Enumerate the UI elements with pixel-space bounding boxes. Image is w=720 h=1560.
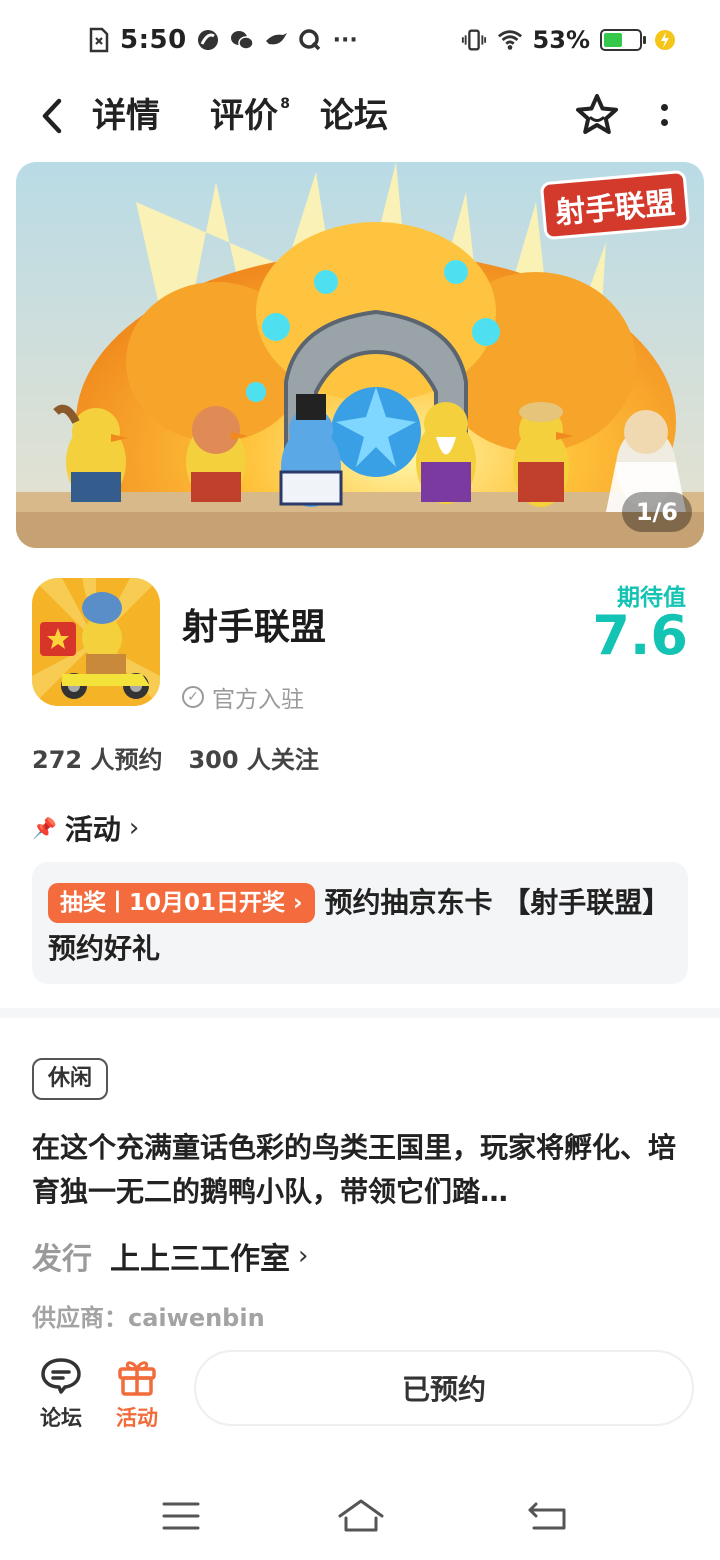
tab-reviews-label: 评价 bbox=[210, 96, 278, 136]
tab-forum[interactable]: 论坛 bbox=[320, 92, 388, 140]
official-badge: ✓ 官方入驻 bbox=[182, 680, 304, 714]
publisher-row[interactable]: 发行 上上三工作室 › bbox=[32, 1234, 308, 1278]
reservation-count: 272 人预约 bbox=[32, 746, 163, 774]
screenshot-carousel[interactable]: 射手联盟 1/6 bbox=[16, 162, 704, 548]
tab-reviews-badge: 8 bbox=[280, 96, 290, 112]
supplier-info: 供应商：caiwenbin bbox=[32, 1304, 265, 1332]
tab-reviews[interactable]: 评价 8 bbox=[210, 92, 290, 140]
app-stats: 272 人预约 300 人关注 bbox=[32, 740, 319, 775]
activity-heading: 活动 bbox=[64, 813, 121, 846]
home-button[interactable] bbox=[336, 1496, 386, 1536]
charging-icon bbox=[652, 27, 678, 53]
more-dot-icon bbox=[660, 104, 668, 111]
wifi-icon bbox=[497, 27, 523, 53]
expect-score: 7.6 bbox=[592, 604, 688, 667]
section-divider bbox=[0, 1008, 720, 1018]
status-left: 5:50 ··· bbox=[86, 20, 358, 60]
back-button[interactable] bbox=[30, 94, 74, 138]
battery-fill bbox=[604, 33, 623, 47]
recent-apps-button[interactable] bbox=[156, 1496, 206, 1536]
check-circle-icon: ✓ bbox=[182, 686, 204, 708]
forum-label: 论坛 bbox=[40, 1406, 82, 1430]
event-label: 活动 bbox=[116, 1406, 158, 1430]
status-right: 53% bbox=[461, 20, 678, 60]
carousel-counter: 1/6 bbox=[621, 492, 692, 532]
publisher-label: 发行 bbox=[32, 1242, 92, 1277]
chevron-right-icon: › bbox=[128, 813, 140, 843]
activity-header[interactable]: 📌 活动 › bbox=[32, 808, 139, 848]
sim-icon bbox=[86, 27, 112, 53]
q-icon bbox=[297, 27, 323, 53]
menu-icon bbox=[162, 1502, 200, 1530]
app-icon-artwork bbox=[32, 578, 160, 706]
genre-tag[interactable]: 休闲 bbox=[32, 1058, 109, 1100]
bottom-action-bar: 论坛 活动 已预约 bbox=[0, 1340, 720, 1440]
system-back-button[interactable] bbox=[524, 1496, 574, 1536]
star-icon bbox=[576, 94, 618, 134]
back-arrow-icon bbox=[42, 98, 62, 134]
pin-icon: 📌 bbox=[32, 816, 57, 840]
battery-icon bbox=[600, 29, 646, 51]
battery-percent: 53% bbox=[532, 26, 590, 54]
event-button[interactable]: 活动 bbox=[102, 1354, 172, 1432]
favorite-button[interactable] bbox=[574, 92, 620, 138]
status-bar: 5:50 ··· 53% bbox=[0, 0, 720, 80]
more-menu-button[interactable] bbox=[650, 92, 678, 138]
publisher-name: 上上三工作室 bbox=[110, 1242, 290, 1277]
more-dot-icon bbox=[660, 119, 668, 126]
chevron-right-icon: › bbox=[298, 1241, 309, 1271]
game-description[interactable]: 在这个充满童话色彩的鸟类王国里，玩家将孵化、培育独一无二的鹅鸭小队，带领它们踏… bbox=[32, 1126, 692, 1214]
tab-forum-label: 论坛 bbox=[320, 96, 388, 136]
app-icon-1 bbox=[195, 27, 221, 53]
app-title: 射手联盟 bbox=[182, 607, 327, 648]
top-nav: 详情 评价 8 论坛 bbox=[0, 80, 720, 160]
return-icon bbox=[528, 1502, 566, 1530]
system-nav-bar bbox=[0, 1480, 720, 1560]
gift-icon bbox=[115, 1354, 159, 1398]
forum-button[interactable]: 论坛 bbox=[26, 1354, 96, 1432]
follower-count: 300 人关注 bbox=[188, 746, 319, 774]
tab-details-label: 详情 bbox=[92, 96, 160, 136]
app-icon bbox=[32, 578, 160, 706]
activity-text-block: 抽奖丨10月01日开奖 › 预约抽京东卡 【射手联盟】预约好礼 bbox=[48, 880, 672, 972]
clock: 5:50 bbox=[120, 25, 187, 55]
app-screen: 5:50 ··· 53% 详情 评价 8 论坛 射手联盟 1/6 射手联盟 ✓ … bbox=[0, 0, 720, 1560]
wechat-icon bbox=[229, 27, 255, 53]
reserved-button[interactable]: 已预约 bbox=[194, 1350, 694, 1426]
tab-details[interactable]: 详情 bbox=[86, 92, 166, 140]
lottery-badge: 抽奖丨10月01日开奖 › bbox=[48, 883, 315, 923]
chat-bubble-icon bbox=[39, 1354, 83, 1398]
more-notifications: ··· bbox=[332, 27, 358, 53]
home-icon bbox=[338, 1499, 384, 1532]
activity-card[interactable]: 抽奖丨10月01日开奖 › 预约抽京东卡 【射手联盟】预约好礼 bbox=[32, 862, 688, 984]
bird-icon bbox=[263, 27, 289, 53]
vibrate-icon bbox=[461, 27, 487, 53]
official-label: 官方入驻 bbox=[212, 687, 304, 713]
